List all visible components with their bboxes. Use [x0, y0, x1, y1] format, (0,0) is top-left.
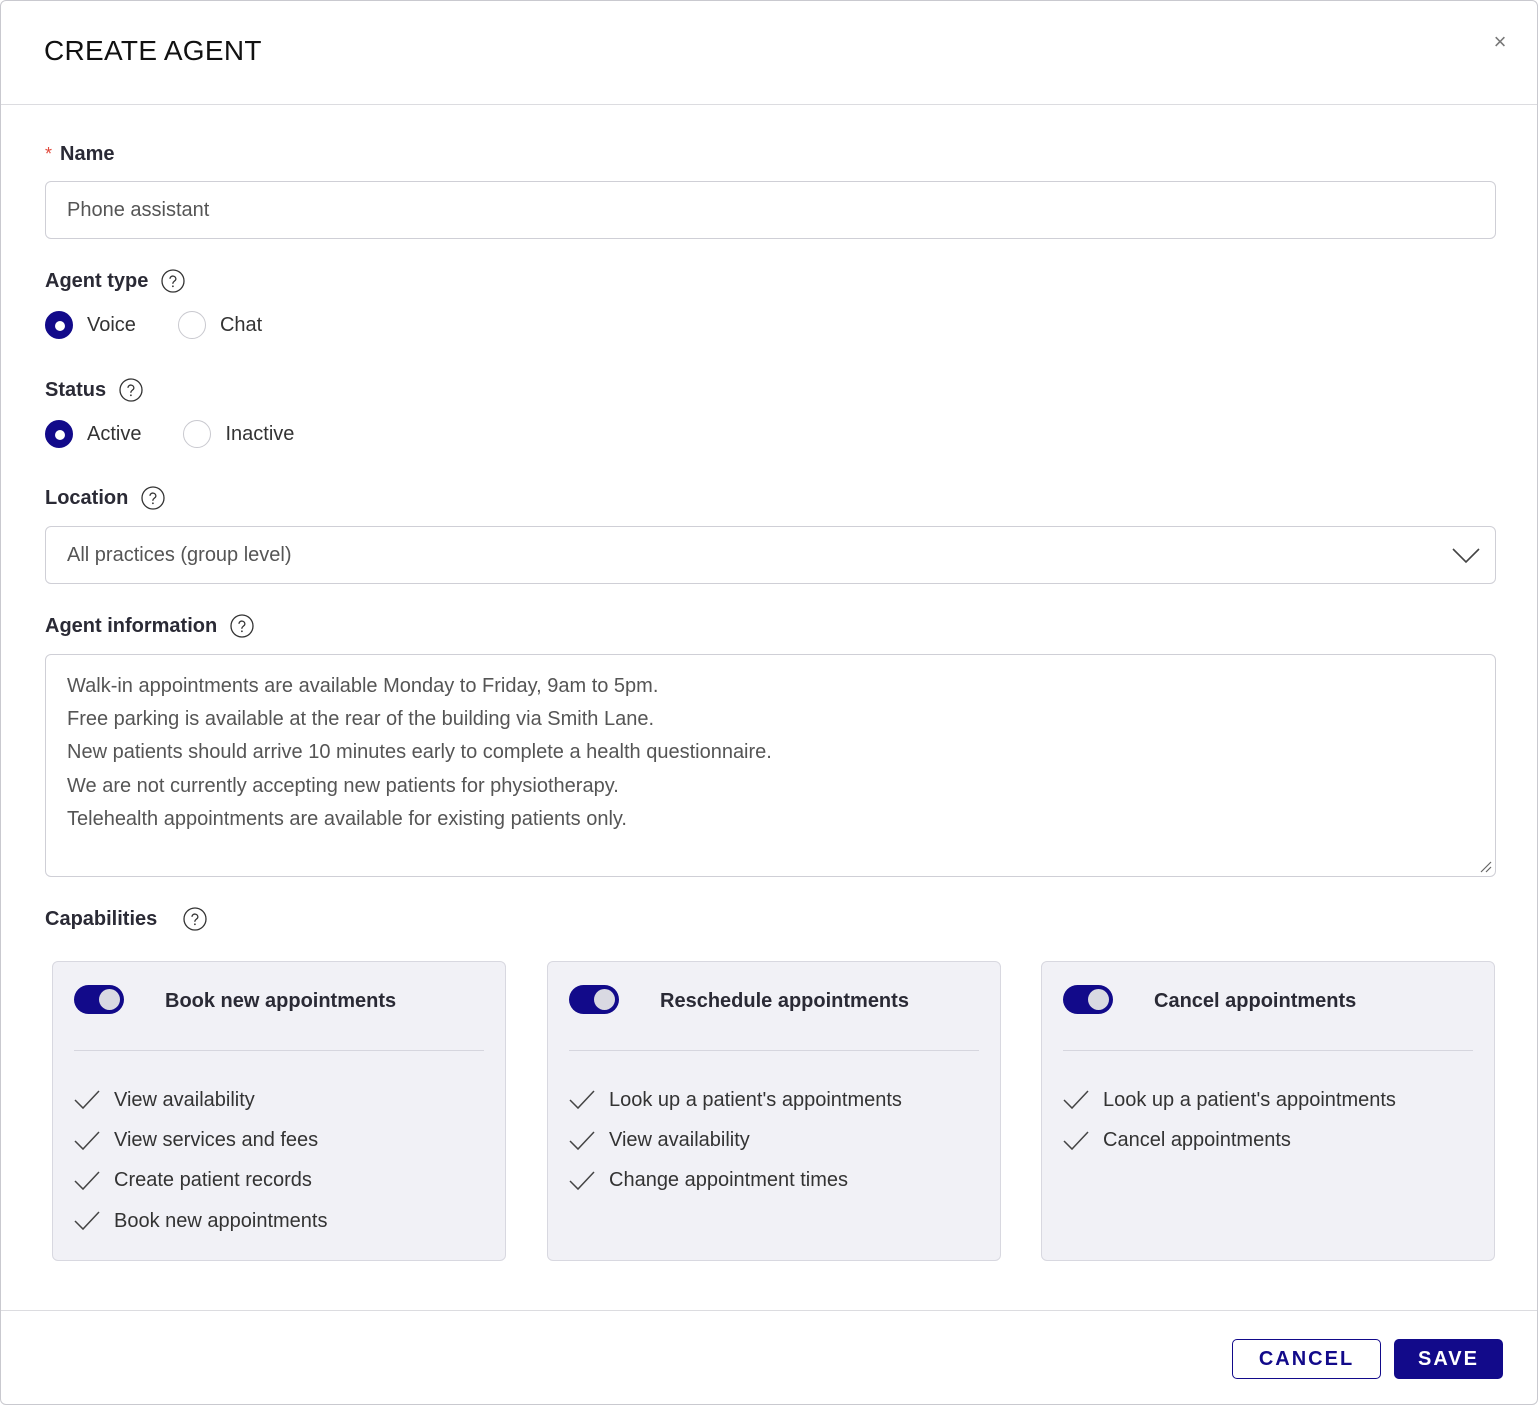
status-radio-group: Active Inactive: [45, 420, 336, 448]
question-circle-icon[interactable]: [141, 486, 165, 510]
list-item-label: View services and fees: [114, 1129, 319, 1152]
capability-list: Look up a patient's appointments Cancel …: [1063, 1080, 1396, 1161]
name-input-value: Phone assistant: [67, 198, 210, 221]
divider: [569, 1050, 979, 1051]
capability-card-cancel: Cancel appointments Look up a patient's …: [1041, 961, 1495, 1261]
capability-title: Cancel appointments: [1154, 990, 1357, 1012]
radio-voice-label: Voice: [87, 313, 136, 336]
radio-active-circle[interactable]: [45, 420, 73, 448]
toggle-knob: [1088, 989, 1109, 1010]
cancel-button[interactable]: CANCEL: [1232, 1339, 1381, 1379]
question-circle-icon[interactable]: [230, 614, 254, 638]
agent-information-textarea[interactable]: Walk-in appointments are available Monda…: [45, 654, 1496, 877]
dialog-title: CREATE AGENT: [44, 35, 262, 66]
question-circle-icon[interactable]: [119, 378, 143, 402]
divider: [1063, 1050, 1473, 1051]
capability-title: Book new appointments: [165, 990, 397, 1012]
check-icon: [1063, 1131, 1089, 1150]
list-item: Book new appointments: [74, 1201, 327, 1241]
dialog-header: CREATE AGENT ×: [1, 1, 1537, 105]
divider: [74, 1050, 484, 1051]
radio-active-label: Active: [87, 422, 142, 445]
capabilities-label-text: Capabilities: [45, 907, 158, 930]
radio-inactive-label: Inactive: [225, 422, 295, 445]
toggle-knob: [99, 989, 120, 1010]
toggle-reschedule-appointments[interactable]: [569, 985, 619, 1014]
agent-type-radio-group: Voice Chat: [45, 311, 304, 339]
list-item-label: Cancel appointments: [1103, 1129, 1291, 1152]
location-select-value: All practices (group level): [67, 543, 292, 566]
chevron-down-icon[interactable]: [1451, 543, 1481, 567]
capability-list: View availability View services and fees…: [74, 1080, 327, 1242]
capabilities-label: Capabilities: [45, 907, 207, 931]
close-icon[interactable]: ×: [1489, 31, 1511, 53]
radio-chat[interactable]: Chat: [177, 311, 263, 339]
name-input[interactable]: Phone assistant: [45, 181, 1496, 239]
radio-voice[interactable]: Voice: [45, 311, 136, 339]
status-label: Status: [45, 378, 143, 402]
agent-information-label: Agent information: [45, 614, 254, 638]
check-icon: [74, 1090, 100, 1110]
agent-info-line: New patients should arrive 10 minutes ea…: [67, 741, 772, 764]
list-item: Create patient records: [74, 1161, 327, 1201]
agent-information-label-text: Agent information: [45, 614, 218, 637]
list-item-label: Look up a patient's appointments: [609, 1088, 902, 1111]
check-icon: [74, 1211, 100, 1231]
radio-chat-circle[interactable]: [177, 311, 206, 339]
check-icon: [74, 1171, 100, 1191]
capability-card-reschedule: Reschedule appointments Look up a patien…: [547, 961, 1001, 1261]
question-circle-icon[interactable]: [183, 907, 207, 931]
list-item-label: Create patient records: [114, 1169, 312, 1192]
toggle-cancel-appointments[interactable]: [1063, 985, 1113, 1014]
radio-inactive-circle[interactable]: [183, 420, 212, 448]
name-label: * Name: [45, 143, 115, 166]
list-item: View availability: [569, 1120, 902, 1160]
save-button[interactable]: SAVE: [1394, 1339, 1503, 1379]
radio-active[interactable]: Active: [45, 420, 141, 448]
check-icon: [1063, 1090, 1089, 1110]
agent-type-label-text: Agent type: [45, 269, 149, 292]
agent-info-line: We are not currently accepting new patie…: [67, 774, 619, 797]
capability-list: Look up a patient's appointments View av…: [569, 1080, 902, 1201]
capability-card-book: Book new appointments View availability …: [52, 961, 506, 1261]
location-select[interactable]: All practices (group level): [45, 526, 1496, 584]
location-label: Location: [45, 486, 165, 510]
agent-info-line: Walk-in appointments are available Monda…: [67, 675, 659, 697]
name-label-text: Name: [60, 143, 115, 165]
list-item-label: View availability: [114, 1088, 255, 1111]
check-icon: [569, 1131, 595, 1150]
agent-info-line: Telehealth appointments are available fo…: [67, 807, 627, 830]
list-item-label: Look up a patient's appointments: [1103, 1088, 1396, 1111]
list-item: Look up a patient's appointments: [569, 1080, 902, 1120]
question-circle-icon[interactable]: [161, 269, 185, 293]
radio-chat-label: Chat: [219, 313, 263, 336]
agent-type-label: Agent type: [45, 269, 185, 293]
toggle-book-new-appointments[interactable]: [74, 985, 124, 1014]
location-label-text: Location: [45, 486, 129, 509]
list-item: View services and fees: [74, 1120, 327, 1160]
capability-title: Reschedule appointments: [660, 990, 909, 1012]
required-marker: *: [45, 144, 53, 164]
radio-inactive[interactable]: Inactive: [183, 420, 294, 448]
list-item: View availability: [74, 1080, 327, 1120]
list-item-label: Book new appointments: [114, 1209, 328, 1232]
resize-handle-icon[interactable]: [1478, 859, 1492, 873]
check-icon: [569, 1090, 595, 1110]
list-item-label: View availability: [609, 1129, 750, 1152]
dialog-footer: CANCEL SAVE: [1, 1310, 1537, 1406]
radio-voice-circle[interactable]: [45, 311, 73, 339]
list-item: Cancel appointments: [1063, 1120, 1396, 1160]
list-item: Change appointment times: [569, 1161, 902, 1201]
toggle-knob: [594, 989, 615, 1010]
agent-info-line: Free parking is available at the rear of…: [67, 708, 655, 731]
create-agent-dialog: CREATE AGENT × * Name Phone assistant Ag…: [0, 0, 1538, 1405]
list-item: Look up a patient's appointments: [1063, 1080, 1396, 1120]
status-label-text: Status: [45, 378, 107, 401]
check-icon: [569, 1171, 595, 1191]
check-icon: [74, 1131, 100, 1150]
list-item-label: Change appointment times: [609, 1169, 849, 1192]
